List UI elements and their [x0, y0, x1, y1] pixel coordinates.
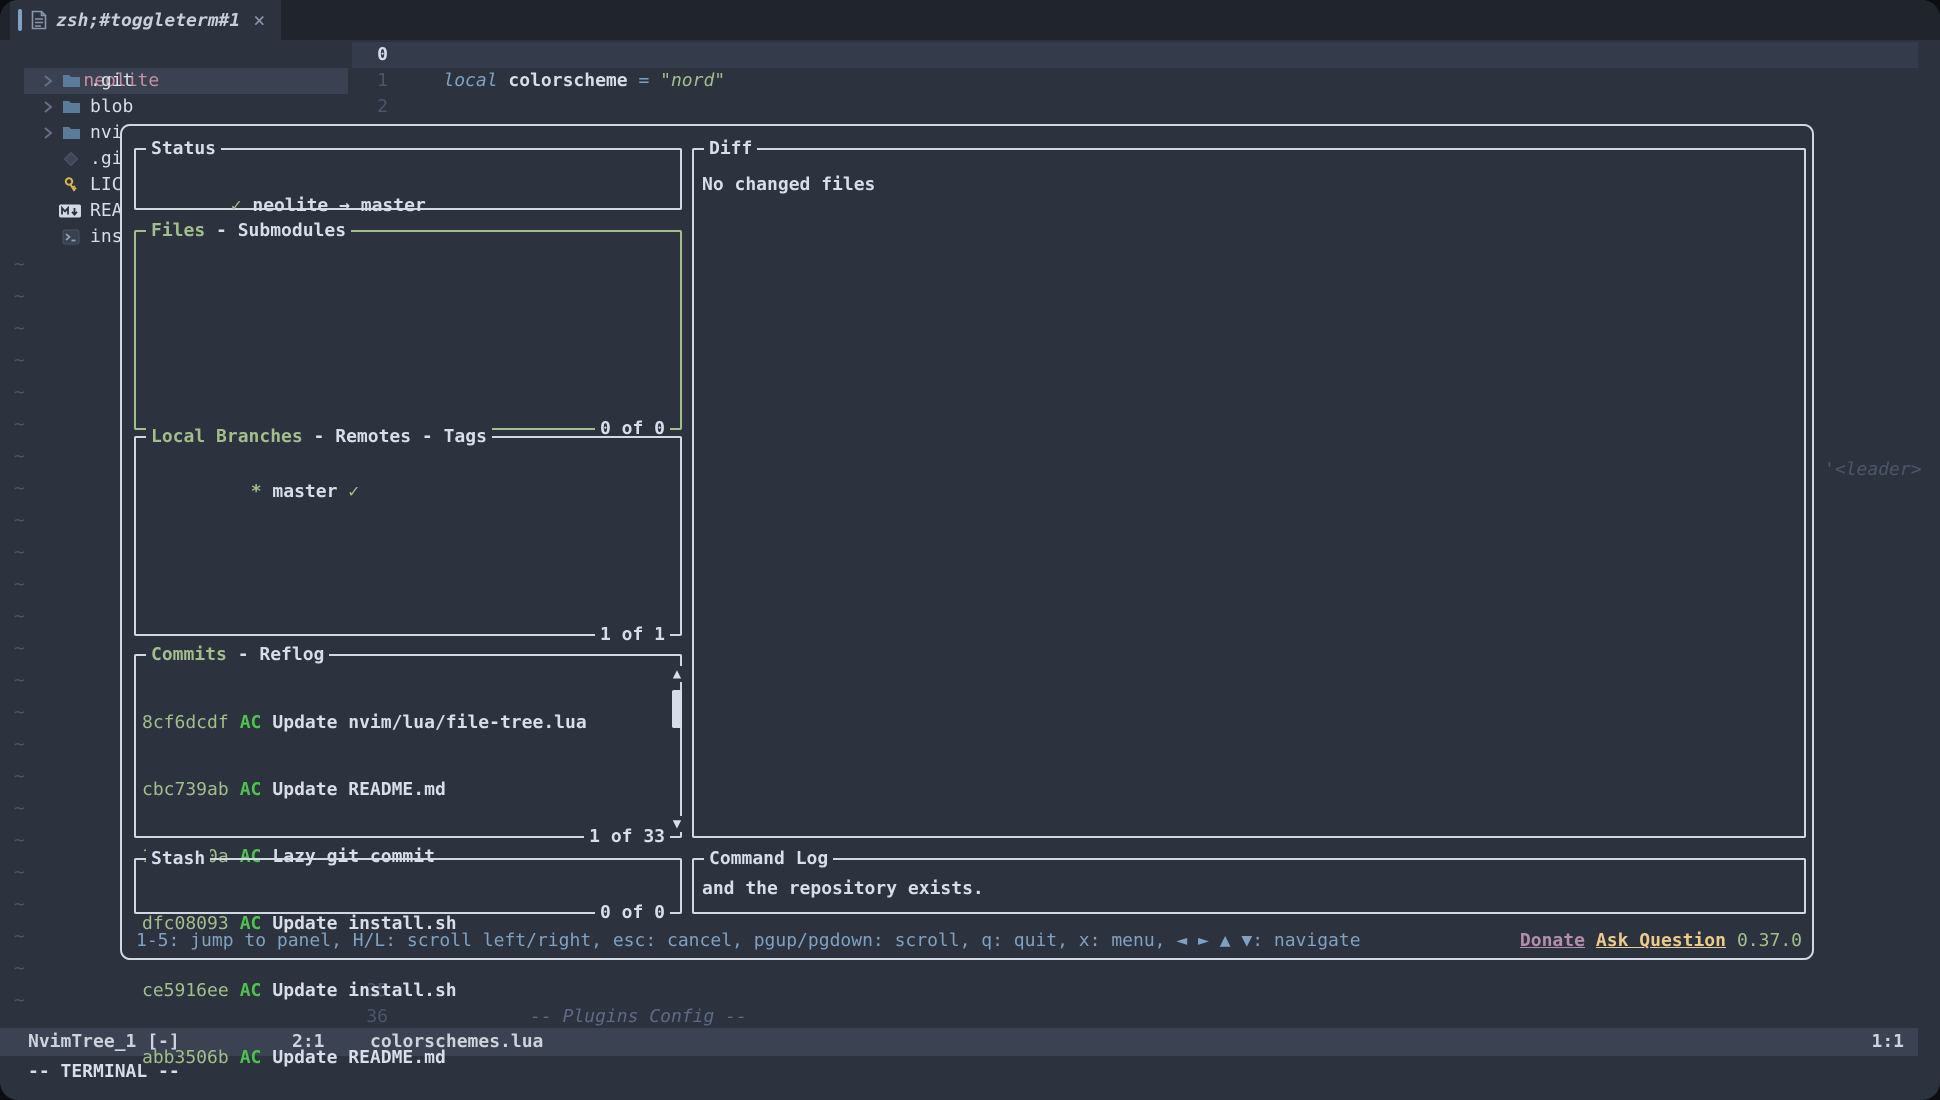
tabline: zsh;#toggleterm#1 ×: [0, 0, 1940, 40]
active-tab-indicator: [18, 9, 22, 31]
folder-icon: [62, 124, 81, 142]
empty-line-tildes: ~~~~~~~~~~~~~~~~~~~~~~~~: [14, 249, 25, 1017]
panel-command-log[interactable]: Command Log and the repository exists.: [692, 858, 1806, 914]
version-label: 0.37.0: [1737, 928, 1802, 954]
tree-item-blob[interactable]: blob: [0, 94, 43, 120]
tab-commits[interactable]: Commits: [151, 644, 227, 665]
leader-pending-hint: '<leader>: [1824, 457, 1922, 483]
line-number: 1: [338, 68, 388, 94]
branch-row[interactable]: * master ✓: [136, 460, 680, 523]
commits-count: 1 of 33: [584, 824, 670, 850]
scroll-up-icon[interactable]: ▲: [668, 666, 686, 682]
commits-scrollbar[interactable]: ▲ ▼: [668, 666, 686, 832]
close-icon[interactable]: ×: [253, 10, 265, 30]
panel-status[interactable]: Status ✓ neolite → master: [134, 148, 682, 210]
panel-title-diff[interactable]: Diff: [704, 136, 757, 162]
tab-toggleterm[interactable]: zsh;#toggleterm#1 ×: [10, 0, 281, 40]
scroll-down-icon[interactable]: ▼: [668, 816, 686, 832]
panel-title-branches: Local Branches - Remotes - Tags: [146, 424, 492, 450]
panel-stash[interactable]: Stash 0 of 0: [134, 858, 682, 914]
keybindings-text: 1-5: jump to panel, H/L: scroll left/rig…: [136, 928, 1361, 954]
branches-count: 1 of 1: [595, 622, 670, 648]
code-line[interactable]: if colorscheme == "onedark" then: [400, 94, 790, 120]
tab-submodules[interactable]: - Submodules: [205, 220, 346, 241]
diff-content: No changed files: [694, 174, 1804, 195]
terminal-script-icon: [62, 228, 80, 246]
tree-root[interactable]: neolite: [40, 42, 159, 68]
panel-title-status[interactable]: Status: [146, 136, 221, 162]
panel-files[interactable]: Files - Submodules 0 of 0: [134, 230, 682, 430]
tree-item-gitignore[interactable]: .gi: [0, 146, 43, 172]
tree-item-license[interactable]: LIC: [0, 172, 43, 198]
chevron-right-icon: [42, 72, 54, 90]
line-number: 2: [338, 94, 388, 120]
commit-row[interactable]: cbc739abACUpdate README.md: [142, 777, 680, 802]
tree-item-install[interactable]: ins: [0, 224, 43, 250]
commit-row[interactable]: abb3506bACUpdate README.md: [142, 1045, 680, 1070]
tab-reflog[interactable]: - Reflog: [227, 644, 325, 665]
check-icon: ✓: [231, 195, 242, 216]
ask-question-link[interactable]: Ask Question: [1596, 928, 1726, 954]
tab-remotes-tags[interactable]: - Remotes - Tags: [303, 426, 487, 447]
neovim-window: zsh;#toggleterm#1 × neolite .git blob nv…: [0, 0, 1940, 1100]
check-icon: ✓: [337, 481, 359, 502]
code-line[interactable]: local colorscheme = "nord": [400, 42, 725, 68]
panel-title-commits: Commits - Reflog: [146, 642, 329, 668]
commit-row[interactable]: 8cf6dcdfACUpdate nvim/lua/file-tree.lua: [142, 710, 680, 735]
statusline-position-right: 1:1: [1871, 1028, 1904, 1056]
tab-local-branches[interactable]: Local Branches: [151, 426, 303, 447]
tree-item-readme[interactable]: REA: [0, 198, 43, 224]
folder-icon: [62, 98, 81, 116]
key-icon: [62, 176, 80, 194]
lazygit-float-window: Status ✓ neolite → master Files - Submod…: [120, 124, 1814, 960]
tree-item-git[interactable]: .git: [0, 68, 43, 94]
current-branch-star: *: [251, 481, 273, 502]
panel-title-files: Files - Submodules: [146, 218, 351, 244]
git-diamond-icon: [62, 150, 80, 168]
panel-title-command-log[interactable]: Command Log: [704, 846, 833, 872]
tree-item-nvim[interactable]: nvi: [0, 120, 43, 146]
folder-icon: [62, 72, 81, 90]
scrollbar-thumb[interactable]: [672, 690, 682, 728]
panel-diff[interactable]: Diff No changed files: [692, 148, 1806, 838]
panel-commits[interactable]: Commits - Reflog 8cf6dcdfACUpdate nvim/l…: [134, 654, 682, 838]
tab-label: zsh;#toggleterm#1: [56, 10, 240, 31]
donate-link[interactable]: Donate: [1520, 928, 1585, 954]
markdown-icon: [58, 202, 82, 220]
lazygit-keybindings-bar: 1-5: jump to panel, H/L: scroll left/rig…: [136, 928, 1802, 954]
chevron-right-icon: [42, 98, 54, 116]
panel-branches[interactable]: Local Branches - Remotes - Tags * master…: [134, 436, 682, 636]
commit-row[interactable]: ce5916eeACUpdate install.sh: [142, 978, 680, 1003]
panel-title-stash[interactable]: Stash: [146, 846, 210, 872]
tab-files[interactable]: Files: [151, 220, 205, 241]
line-number: 0: [338, 42, 388, 68]
command-log-content: and the repository exists.: [694, 878, 1804, 899]
stash-count: 0 of 0: [595, 900, 670, 926]
chevron-right-icon: [42, 124, 54, 142]
file-icon: [31, 10, 47, 30]
